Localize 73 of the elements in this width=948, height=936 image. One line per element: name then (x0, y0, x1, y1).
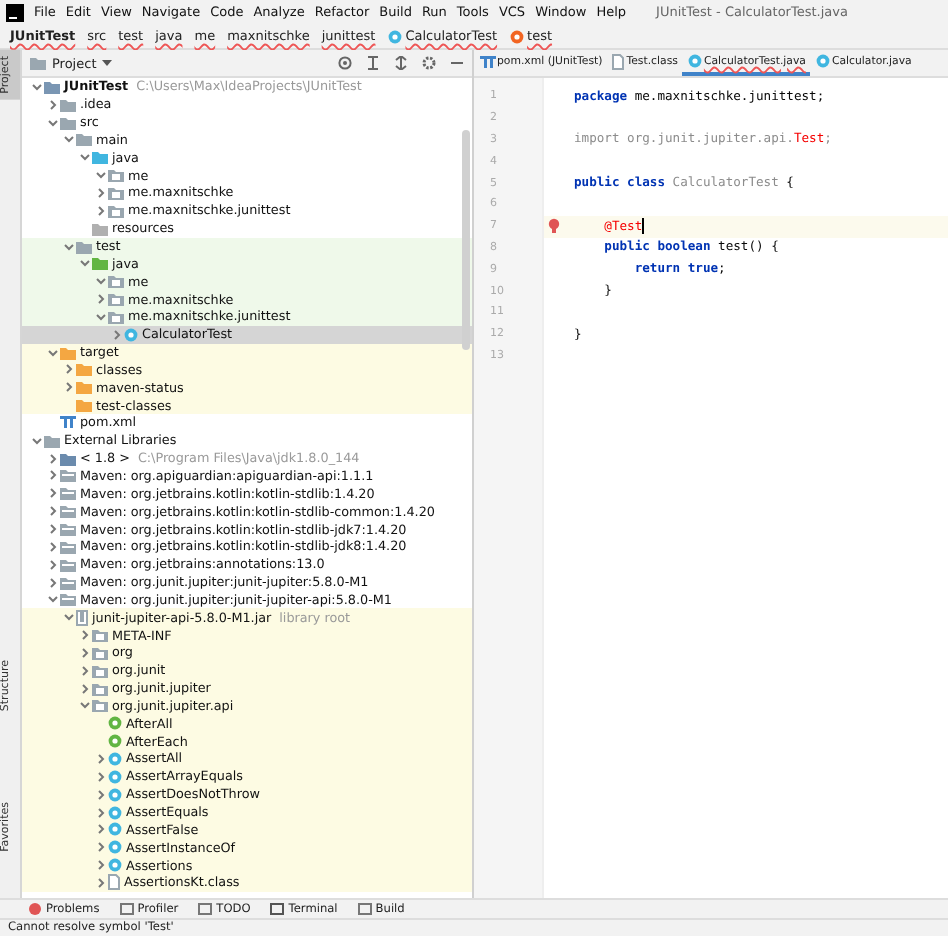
chevron-right-icon[interactable] (62, 362, 76, 377)
chevron-right-icon[interactable] (46, 486, 60, 501)
chevron-down-icon[interactable] (62, 132, 76, 147)
chevron-down-icon[interactable] (46, 115, 60, 130)
chevron-right-icon[interactable] (110, 327, 124, 342)
chevron-down-icon[interactable] (78, 698, 92, 713)
chevron-right-icon[interactable] (46, 504, 60, 519)
chevron-right-icon[interactable] (94, 840, 108, 855)
chevron-down-icon[interactable] (94, 309, 108, 324)
folder-icon (92, 663, 108, 678)
chevron-down-icon[interactable] (46, 345, 60, 360)
chevron-right-icon[interactable] (46, 557, 60, 572)
profiler-icon (119, 902, 134, 916)
chevron-down-icon[interactable] (62, 239, 76, 254)
chevron-right-icon[interactable] (46, 522, 60, 537)
chevron-down-icon[interactable] (62, 610, 76, 625)
class-icon (815, 54, 830, 68)
app-logo-icon (6, 3, 24, 21)
chevron-right-icon[interactable] (78, 663, 92, 678)
settings-icon[interactable] (422, 56, 436, 70)
xml-file-icon (60, 416, 76, 429)
error-bulb-icon[interactable] (548, 218, 560, 235)
jar-icon (76, 609, 88, 626)
class-icon (124, 327, 138, 342)
chevron-right-icon[interactable] (46, 575, 60, 590)
dropdown-caret-icon[interactable] (102, 59, 113, 67)
problems-icon (28, 902, 42, 916)
chevron-right-icon[interactable] (94, 769, 108, 784)
project-view-icon (30, 56, 46, 70)
todo-icon (198, 902, 213, 916)
chevron-down-icon[interactable] (30, 433, 44, 448)
chevron-right-icon[interactable] (78, 681, 92, 696)
chevron-right-icon[interactable] (62, 380, 76, 395)
xml-file-icon (479, 55, 495, 67)
class-icon (687, 54, 702, 68)
folder-icon (60, 486, 76, 501)
chevron-right-icon[interactable] (94, 805, 108, 820)
chevron-right-icon[interactable] (94, 858, 108, 873)
folder-icon (60, 504, 76, 519)
chevron-right-icon[interactable] (94, 751, 108, 766)
text-caret (642, 218, 645, 235)
file-icon (612, 53, 625, 69)
chevron-right-icon[interactable] (46, 468, 60, 483)
folder-icon (108, 203, 124, 218)
chevron-right-icon[interactable] (46, 451, 60, 466)
chevron-right-icon[interactable] (78, 628, 92, 643)
folder-icon (60, 557, 76, 572)
hide-icon[interactable] (450, 56, 464, 70)
collapse-all-icon[interactable] (366, 56, 380, 70)
chevron-right-icon[interactable] (46, 539, 60, 554)
chevron-right-icon[interactable] (94, 787, 108, 802)
method-icon (509, 29, 524, 43)
expand-all-icon[interactable] (394, 56, 408, 70)
chevron-right-icon[interactable] (46, 97, 60, 112)
chevron-right-icon[interactable] (94, 292, 108, 307)
chevron-down-icon[interactable] (94, 168, 108, 183)
locate-icon[interactable] (338, 56, 352, 70)
chevron-right-icon[interactable] (94, 185, 108, 200)
chevron-down-icon[interactable] (30, 79, 44, 94)
chevron-down-icon[interactable] (94, 274, 108, 289)
scrollbar-thumb[interactable] (462, 130, 470, 350)
chevron-down-icon[interactable] (46, 592, 60, 607)
chevron-right-icon[interactable] (78, 645, 92, 660)
chevron-down-icon[interactable] (78, 256, 92, 271)
chevron-right-icon[interactable] (94, 203, 108, 218)
class-icon (387, 29, 402, 43)
build-icon (357, 902, 372, 916)
chevron-down-icon[interactable] (78, 150, 92, 165)
chevron-right-icon[interactable] (94, 875, 108, 890)
folder-icon (108, 274, 124, 289)
chevron-right-icon[interactable] (94, 822, 108, 837)
file-icon (108, 874, 120, 891)
terminal-icon (270, 902, 285, 916)
